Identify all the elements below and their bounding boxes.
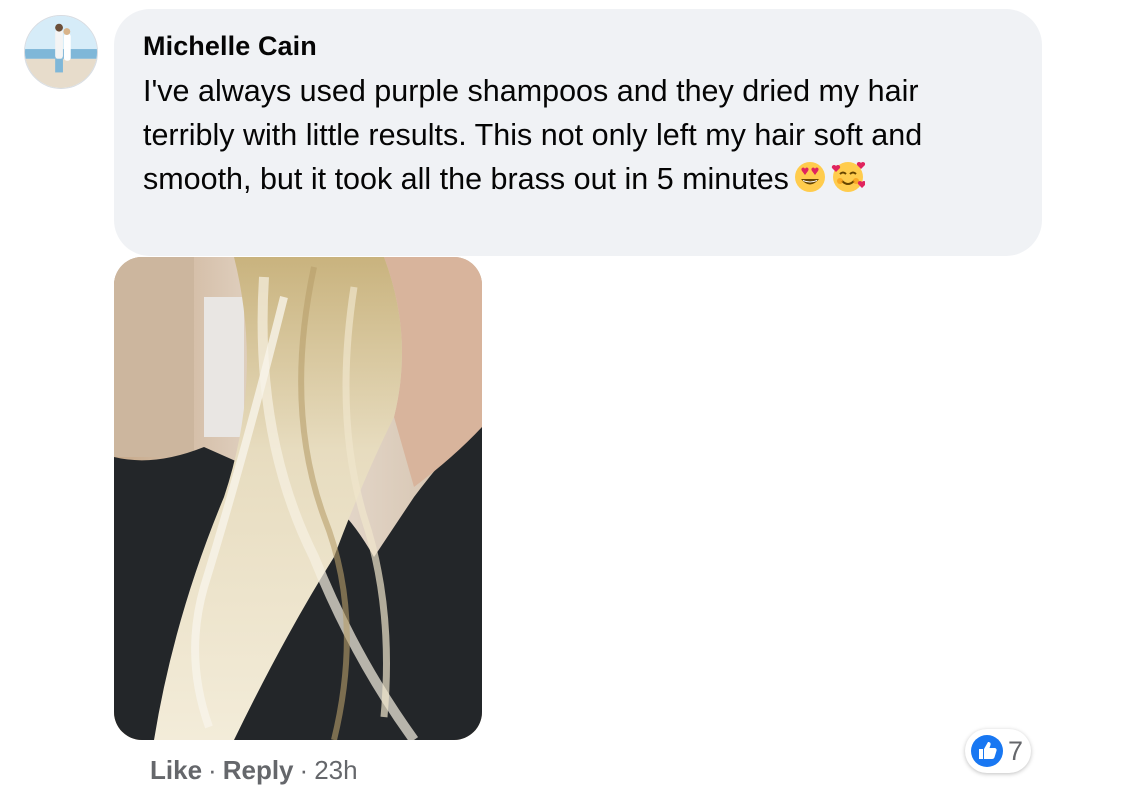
thumbs-up-icon [970, 734, 1004, 768]
comment-bubble: Michelle Cain I've always used purple sh… [114, 9, 1042, 256]
hair-photo-image [114, 257, 482, 740]
reply-link[interactable]: Reply [223, 754, 294, 786]
reaction-summary[interactable]: 7 [965, 729, 1032, 773]
like-link[interactable]: Like [150, 754, 202, 786]
avatar-image [25, 16, 97, 88]
comment-photo[interactable] [114, 257, 482, 740]
avatar[interactable] [24, 15, 98, 89]
comment-actions: Like · Reply · 23h [150, 754, 358, 786]
timestamp[interactable]: 23h [314, 754, 357, 786]
comment-thread: Michelle Cain I've always used purple sh… [0, 0, 1134, 798]
separator: · [208, 755, 217, 785]
separator: · [299, 755, 309, 785]
smiling-face-with-heart-eyes-icon [793, 160, 827, 194]
comment-text: I've always used purple shampoos and the… [143, 69, 983, 201]
reaction-count: 7 [1008, 736, 1024, 766]
comment-author[interactable]: Michelle Cain [143, 31, 1012, 61]
smiling-face-with-hearts-icon [831, 160, 865, 194]
